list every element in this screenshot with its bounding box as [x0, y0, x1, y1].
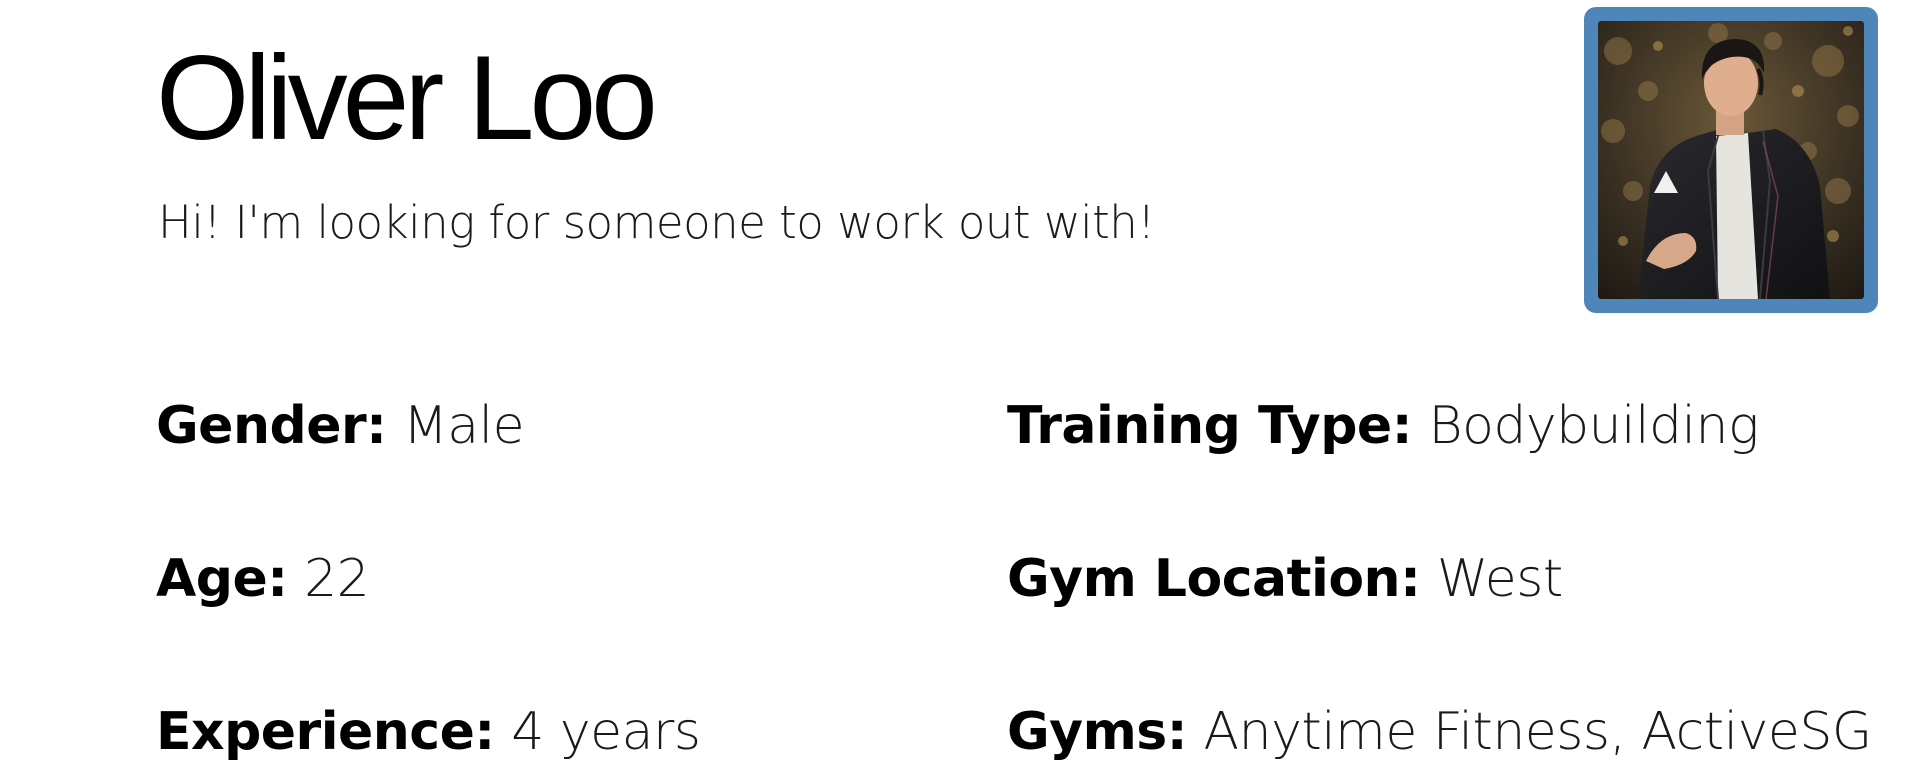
profile-name: Oliver Loo — [156, 31, 658, 165]
avatar-frame — [1584, 7, 1878, 313]
gender-label: Gender: — [156, 396, 387, 456]
profile-bio: Hi! I'm looking for someone to work out … — [158, 196, 1155, 249]
gym-location-value: West — [1436, 549, 1563, 609]
gender-field: Gender: Male — [156, 396, 525, 456]
gym-location-field: Gym Location: West — [1007, 549, 1563, 609]
gyms-label: Gyms: — [1007, 702, 1188, 762]
age-field: Age: 22 — [156, 549, 370, 609]
age-value: 22 — [304, 549, 370, 609]
age-label: Age: — [156, 549, 288, 609]
training-type-label: Training Type: — [1007, 396, 1413, 456]
gender-value: Male — [402, 396, 525, 456]
avatar — [1598, 21, 1864, 299]
experience-label: Experience: — [156, 702, 495, 762]
training-type-value: Bodybuilding — [1428, 396, 1760, 456]
training-type-field: Training Type: Bodybuilding — [1007, 396, 1760, 456]
experience-value: 4 years — [511, 702, 701, 762]
gym-location-label: Gym Location: — [1007, 549, 1421, 609]
experience-field: Experience: 4 years — [156, 702, 701, 762]
gyms-value: Anytime Fitness, ActiveSG — [1203, 702, 1873, 762]
gyms-field: Gyms: Anytime Fitness, ActiveSG — [1007, 702, 1873, 762]
